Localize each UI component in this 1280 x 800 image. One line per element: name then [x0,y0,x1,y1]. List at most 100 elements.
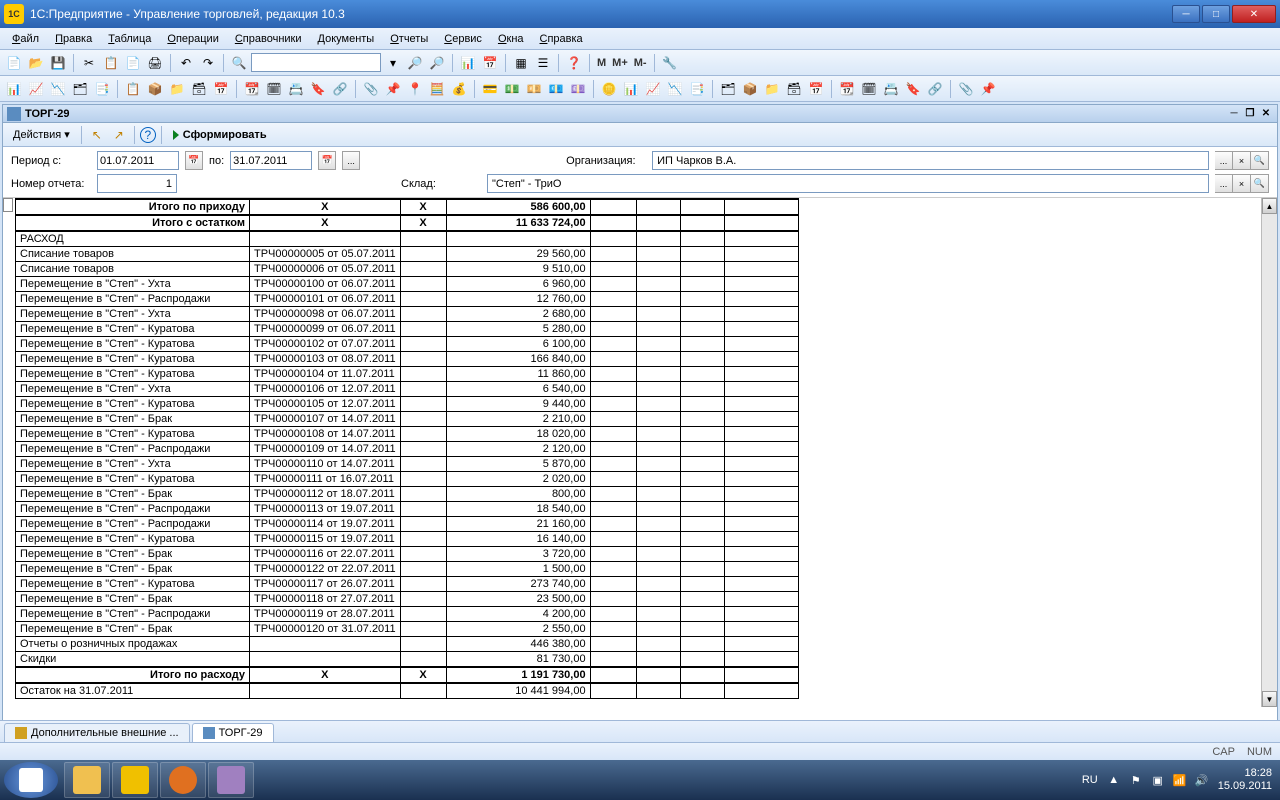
table-row[interactable]: РАСХОД [16,231,799,247]
tools-icon[interactable]: 🔧 [660,53,680,73]
tb2-icon-23[interactable]: 💶 [546,79,566,99]
menu-справочники[interactable]: Справочники [227,30,310,48]
tb2-icon-11[interactable]: 🗓 [264,79,284,99]
tb2-icon-32[interactable]: 📁 [762,79,782,99]
org-lookup-button[interactable]: 🔍 [1251,151,1269,170]
tb2-icon-31[interactable]: 📦 [740,79,760,99]
find-icon[interactable]: 🔍 [229,53,249,73]
tray-up-icon[interactable]: ▲ [1106,772,1122,788]
org-clear-button[interactable]: × [1233,151,1251,170]
org-select-button[interactable]: ... [1215,151,1233,170]
info-icon[interactable]: ? [140,127,156,143]
table-row[interactable]: Перемещение в "Степ" - БракТРЧ00000116 о… [16,547,799,562]
tb2-icon-12[interactable]: 📇 [286,79,306,99]
table-row[interactable]: Перемещение в "Степ" - КуратоваТРЧ000001… [16,472,799,487]
table-row[interactable]: Перемещение в "Степ" - КуратоваТРЧ000001… [16,397,799,412]
table-row[interactable]: Перемещение в "Степ" - УхтаТРЧ00000106 о… [16,382,799,397]
actions-dropdown[interactable]: Действия ▾ [7,126,76,143]
period-more-button[interactable]: ... [342,151,360,170]
table-row[interactable]: Перемещение в "Степ" - РаспродажиТРЧ0000… [16,442,799,457]
tb2-icon-21[interactable]: 💵 [502,79,522,99]
table-row[interactable]: Перемещение в "Степ" - КуратоваТРЧ000001… [16,577,799,592]
tb2-icon-4[interactable]: 📑 [92,79,112,99]
find-prev-icon[interactable]: 🔎 [427,53,447,73]
lang-indicator[interactable]: RU [1082,774,1098,786]
volume-icon[interactable]: 🔊 [1194,772,1210,788]
menu-файл[interactable]: Файл [4,30,47,48]
table-row[interactable]: Перемещение в "Степ" - КуратоваТРЧ000001… [16,352,799,367]
menu-операции[interactable]: Операции [159,30,226,48]
tb2-icon-22[interactable]: 💴 [524,79,544,99]
table-row[interactable]: Остаток на 31.07.201110 441 994,00 [16,683,799,699]
new-icon[interactable]: 📄 [4,53,24,73]
report-area[interactable]: Итого по приходуXX586 600,00Итого с оста… [3,198,1277,723]
cut-icon[interactable]: ✂ [79,53,99,73]
tb2-icon-10[interactable]: 📆 [242,79,262,99]
tb2-icon-30[interactable]: 🗂 [718,79,738,99]
search-input[interactable] [251,53,381,72]
tb2-icon-20[interactable]: 💳 [480,79,500,99]
table-row[interactable]: Итого по приходуXX586 600,00 [16,199,799,215]
device-icon[interactable]: ▣ [1150,772,1166,788]
save-icon[interactable]: 💾 [48,53,68,73]
org-field[interactable]: ИП Чарков В.А. [652,151,1209,170]
menu-правка[interactable]: Правка [47,30,100,48]
menu-таблица[interactable]: Таблица [100,30,159,48]
tb2-icon-9[interactable]: 📅 [211,79,231,99]
doc-maximize-button[interactable]: ❐ [1243,107,1257,121]
maximize-button[interactable]: □ [1202,5,1230,23]
tb2-icon-35[interactable]: 📆 [837,79,857,99]
tb2-icon-36[interactable]: 🗓 [859,79,879,99]
paste-icon[interactable]: 📄 [123,53,143,73]
tb2-icon-37[interactable]: 📇 [881,79,901,99]
tb2-icon-41[interactable]: 📌 [978,79,998,99]
table-row[interactable]: Перемещение в "Степ" - УхтаТРЧ00000110 о… [16,457,799,472]
table-row[interactable]: Перемещение в "Степ" - УхтаТРЧ00000098 о… [16,307,799,322]
tb2-icon-2[interactable]: 📉 [48,79,68,99]
tb2-icon-3[interactable]: 🗂 [70,79,90,99]
table-row[interactable]: Списание товаровТРЧ00000005 от 05.07.201… [16,247,799,262]
wh-clear-button[interactable]: × [1233,174,1251,193]
table-row[interactable]: Перемещение в "Степ" - БракТРЧ00000107 о… [16,412,799,427]
clock[interactable]: 18:28 15.09.2011 [1218,767,1272,793]
table-row[interactable]: Перемещение в "Степ" - КуратоваТРЧ000001… [16,367,799,382]
start-button[interactable] [4,762,58,798]
table-row[interactable]: Отчеты о розничных продажах446 380,00 [16,637,799,652]
tb2-icon-33[interactable]: 🗃 [784,79,804,99]
tb2-icon-18[interactable]: 🧮 [427,79,447,99]
table-row[interactable]: Перемещение в "Степ" - БракТРЧ00000120 о… [16,622,799,637]
tb2-icon-7[interactable]: 📁 [167,79,187,99]
table-row[interactable]: Перемещение в "Степ" - РаспродажиТРЧ0000… [16,292,799,307]
tb2-icon-14[interactable]: 🔗 [330,79,350,99]
grid-icon[interactable]: ▦ [511,53,531,73]
date-to-input[interactable]: 31.07.2011 [230,151,312,170]
table-row[interactable]: Перемещение в "Степ" - РаспродажиТРЧ0000… [16,607,799,622]
tab-torg29[interactable]: ТОРГ-29 [192,723,274,742]
generate-button[interactable]: Сформировать [167,127,273,143]
table-row[interactable]: Перемещение в "Степ" - РаспродажиТРЧ0000… [16,502,799,517]
tb2-icon-28[interactable]: 📉 [665,79,685,99]
table-row[interactable]: Перемещение в "Степ" - БракТРЧ00000122 о… [16,562,799,577]
find-next-icon[interactable]: 🔎 [405,53,425,73]
table-row[interactable]: Перемещение в "Степ" - КуратоваТРЧ000001… [16,337,799,352]
minimize-button[interactable]: ─ [1172,5,1200,23]
close-button[interactable]: ✕ [1232,5,1276,23]
table-row[interactable]: Итого по расходуXX1 191 730,00 [16,667,799,683]
table-row[interactable]: Итого с остаткомXX11 633 724,00 [16,215,799,231]
menu-отчеты[interactable]: Отчеты [382,30,436,48]
tb2-icon-6[interactable]: 📦 [145,79,165,99]
task-firefox[interactable] [160,762,206,798]
task-1c[interactable] [112,762,158,798]
calc-icon[interactable]: 📊 [458,53,478,73]
tb2-icon-8[interactable]: 🗃 [189,79,209,99]
table-row[interactable]: Перемещение в "Степ" - УхтаТРЧ00000100 о… [16,277,799,292]
table-row[interactable]: Перемещение в "Степ" - КуратоваТРЧ000001… [16,427,799,442]
doc-close-button[interactable]: ✕ [1259,107,1273,121]
menu-окна[interactable]: Окна [490,30,532,48]
tb2-icon-34[interactable]: 📅 [806,79,826,99]
scroll-down-icon[interactable]: ▼ [1262,691,1277,707]
print-icon[interactable]: 🖨 [145,53,165,73]
redo-icon[interactable]: ↷ [198,53,218,73]
network-icon[interactable]: 📶 [1172,772,1188,788]
tb2-icon-27[interactable]: 📈 [643,79,663,99]
